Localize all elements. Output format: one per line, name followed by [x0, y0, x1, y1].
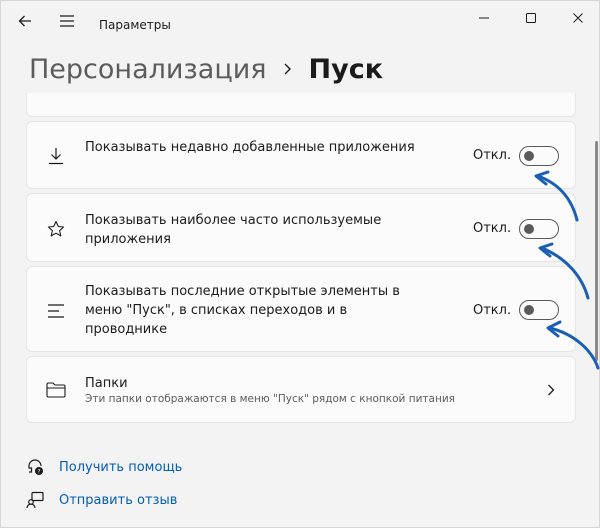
- get-help-link[interactable]: ? Получить помощь: [25, 456, 182, 478]
- close-button[interactable]: [555, 1, 600, 35]
- folders-description: Эти папки отображаются в меню "Пуск" ряд…: [85, 393, 455, 405]
- toggle-state-label: Откл.: [473, 303, 512, 318]
- toggle-state-label: Откл.: [473, 148, 512, 163]
- send-feedback-link[interactable]: Отправить отзыв: [25, 489, 177, 511]
- toggle-knob: [524, 305, 534, 315]
- chevron-right-icon: [543, 382, 559, 398]
- minimize-button[interactable]: [461, 1, 507, 35]
- svg-text:?: ?: [37, 469, 40, 476]
- breadcrumb: Персонализация Пуск: [29, 49, 383, 89]
- help-icon: ?: [25, 457, 45, 477]
- toggle-knob: [524, 151, 534, 161]
- feedback-icon: [25, 490, 45, 510]
- hamburger-icon: [60, 15, 74, 27]
- title-bar: Параметры: [1, 1, 600, 41]
- setting-label: Показывать последние открытые элементы в…: [85, 284, 400, 337]
- folders-title: Папки: [85, 376, 128, 391]
- setting-label: Показывать недавно добавленные приложени…: [85, 140, 415, 155]
- vertical-scrollbar[interactable]: [595, 141, 598, 361]
- back-button[interactable]: [11, 9, 39, 33]
- maximize-icon: [526, 13, 536, 23]
- setting-card-recently-added: Показывать недавно добавленные приложени…: [26, 121, 576, 189]
- star-icon: [45, 218, 67, 240]
- navigation-menu-button[interactable]: [53, 9, 81, 33]
- maximize-button[interactable]: [508, 1, 554, 35]
- breadcrumb-chevron-icon: [283, 62, 293, 76]
- get-help-label[interactable]: Получить помощь: [59, 460, 182, 475]
- toggle-most-used[interactable]: [519, 219, 559, 239]
- toggle-state-label: Откл.: [473, 221, 512, 236]
- download-icon: [45, 145, 67, 167]
- folder-icon: [45, 379, 67, 401]
- minimize-icon: [479, 17, 489, 19]
- toggle-recent-items[interactable]: [519, 300, 559, 320]
- settings-window: Параметры Персонализация Пуск Показывать…: [0, 0, 600, 528]
- list-icon: [45, 300, 67, 322]
- toggle-recently-added[interactable]: [519, 146, 559, 166]
- setting-label: Показывать наиболее часто используемые п…: [85, 213, 382, 247]
- back-arrow-icon: [18, 15, 31, 27]
- folders-card[interactable]: Папки Эти папки отображаются в меню "Пус…: [26, 356, 576, 423]
- setting-card-recent-items: Показывать последние открытые элементы в…: [26, 266, 576, 352]
- setting-card-most-used: Показывать наиболее часто используемые п…: [26, 193, 576, 262]
- toggle-knob: [524, 224, 534, 234]
- app-title: Параметры: [99, 18, 171, 32]
- close-icon: [573, 13, 583, 23]
- send-feedback-label[interactable]: Отправить отзыв: [59, 493, 177, 508]
- page-title: Пуск: [308, 53, 384, 85]
- previous-setting-card: [26, 93, 576, 117]
- breadcrumb-parent[interactable]: Персонализация: [29, 54, 267, 85]
